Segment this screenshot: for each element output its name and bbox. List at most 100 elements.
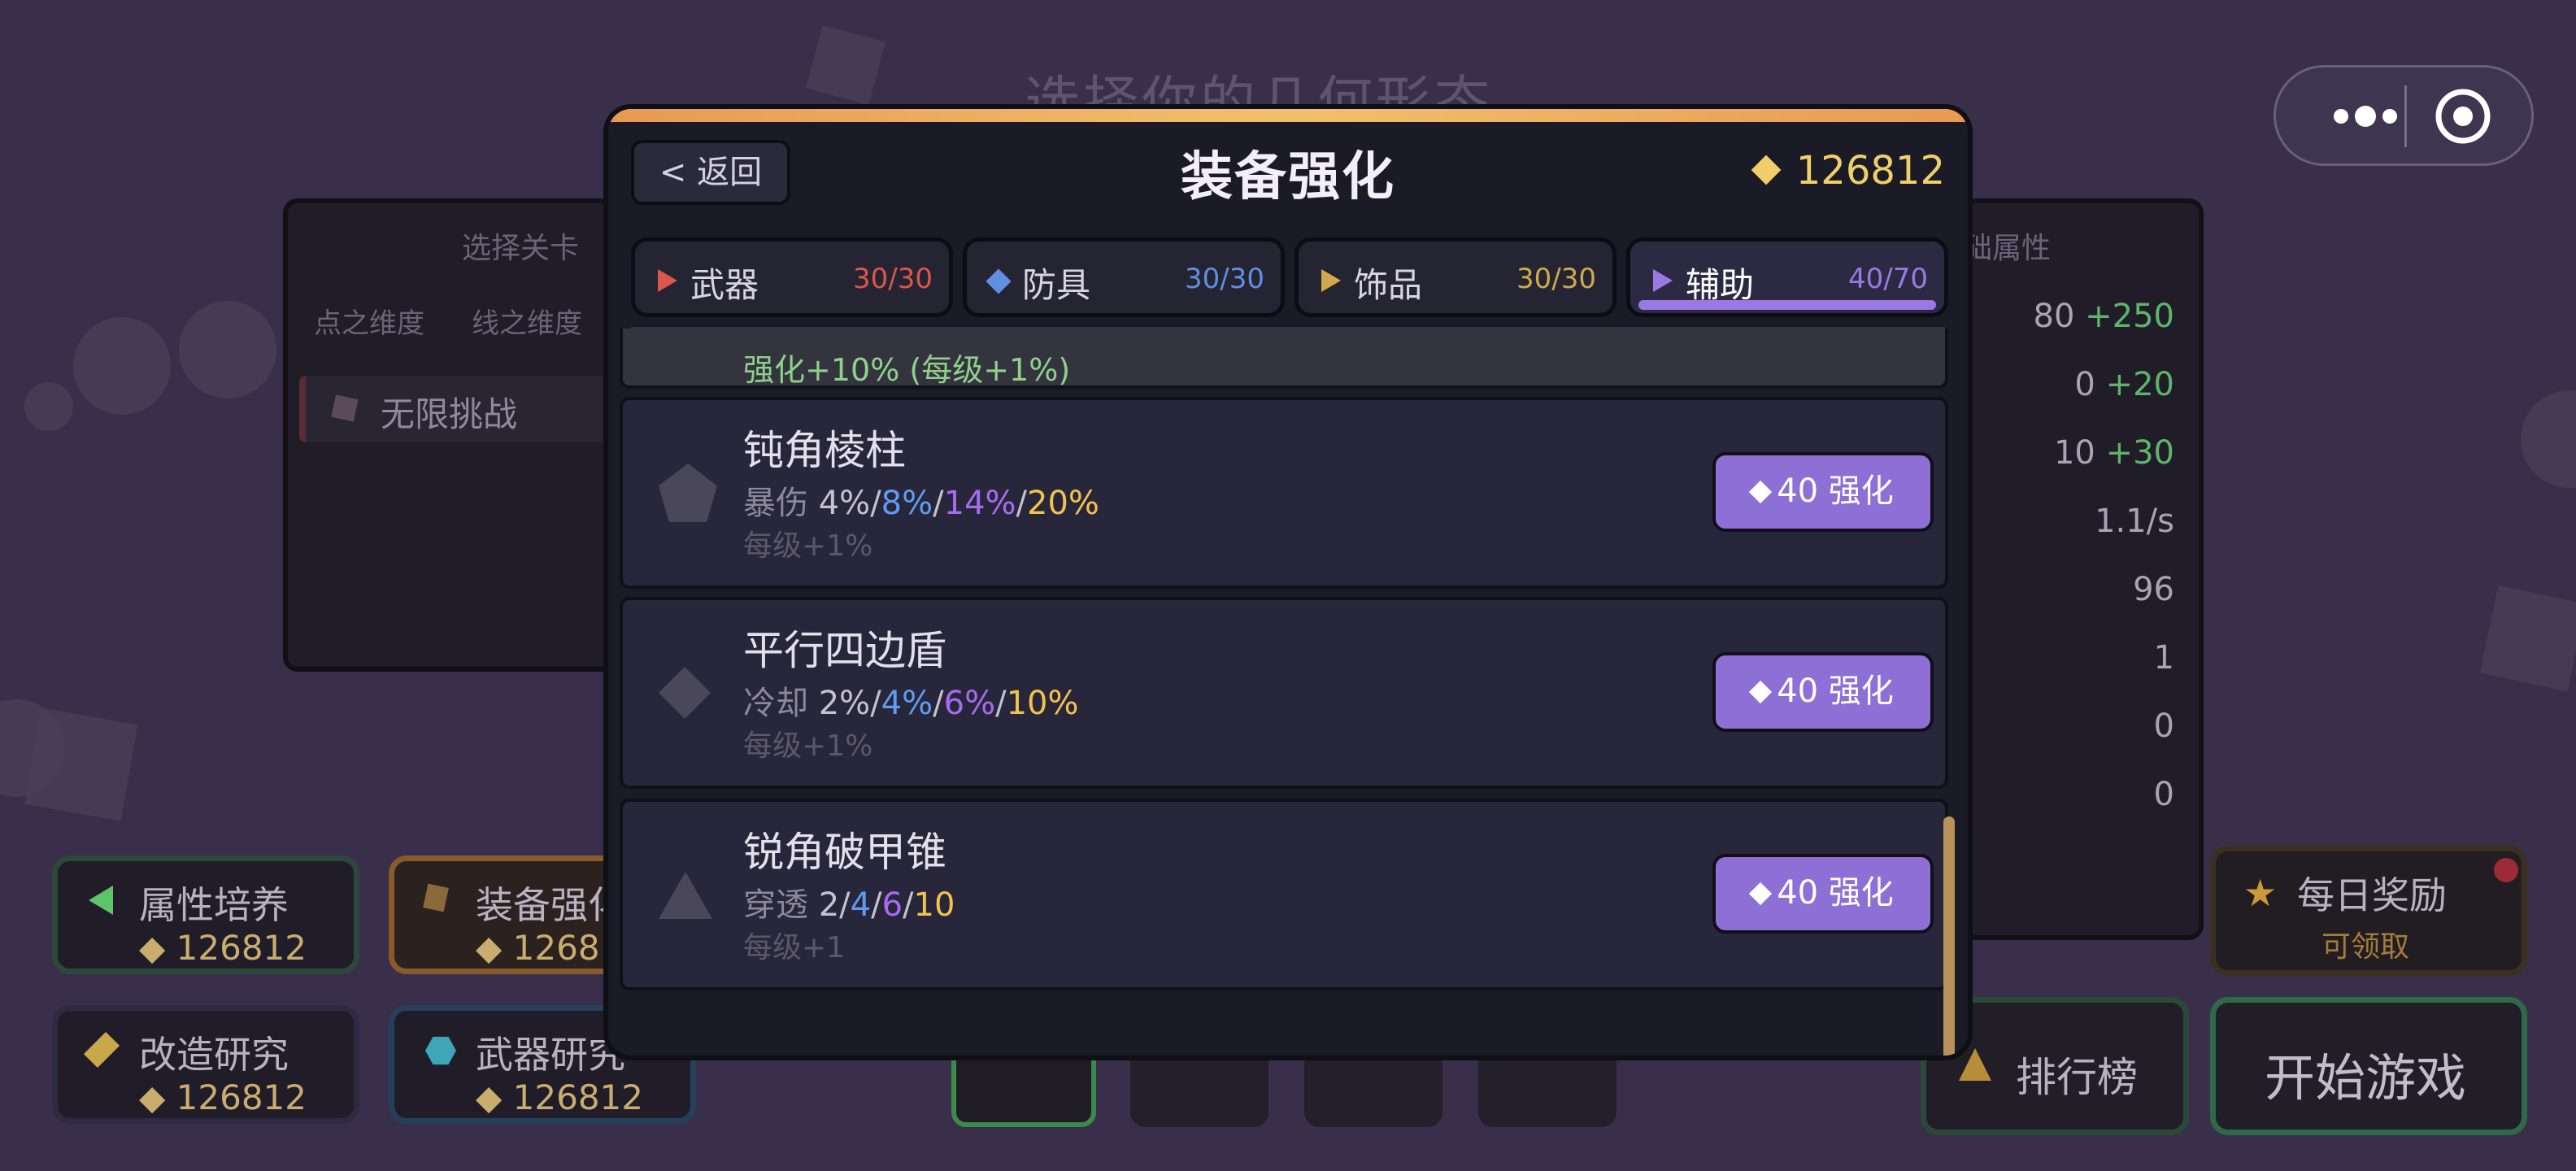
stat-base: 0	[2153, 776, 2174, 813]
modification-research-amount: 126812	[176, 1077, 307, 1117]
tab-count: 30/30	[1185, 263, 1264, 295]
tab-label: 饰品	[1354, 265, 1423, 305]
list-item: 平行四边盾 冷却 2%/4%/6%/10% 每级+1% 40 强化	[620, 597, 1948, 789]
modification-research-label: 改造研究	[139, 1033, 289, 1077]
tab-count: 40/70	[1848, 263, 1928, 295]
stat-base: 1	[2153, 639, 2174, 677]
item-per-level: 每级+1%	[743, 729, 873, 763]
tier-2-value: 4%	[881, 685, 933, 722]
tier-1-value: 4%	[818, 485, 871, 522]
diamond-icon	[1749, 882, 1773, 906]
stat-row: 10 +30	[2054, 434, 2174, 472]
item-per-level: 每级+1%	[743, 529, 873, 563]
item-name: 锐角破甲锥	[743, 829, 946, 876]
diamond-icon	[986, 268, 1012, 294]
level-item-label: 无限挑战	[381, 394, 518, 434]
stat-bonus: +250	[2085, 298, 2174, 335]
list-item: 钝角棱柱 暴伤 4%/8%/14%/20% 每级+1% 40 强化	[620, 397, 1948, 589]
attribute-training-label: 属性培养	[139, 883, 289, 927]
tab-dimension-point[interactable]: 点之维度	[314, 301, 424, 341]
stat-type: 穿透	[743, 886, 808, 924]
tab-accessory[interactable]: 饰品 30/30	[1295, 237, 1617, 317]
upgrade-button-label: 40 强化	[1777, 874, 1894, 912]
start-game-label: 开始游戏	[2265, 1048, 2467, 1108]
pentagon-icon	[659, 464, 717, 522]
tier-1-value: 2	[818, 886, 840, 924]
item-stats: 穿透 2/4/6/10	[743, 886, 955, 924]
daily-reward-label: 每日奖励	[2297, 873, 2447, 917]
stat-type: 暴伤	[743, 485, 808, 522]
tier-4-value: 20%	[1027, 485, 1099, 522]
item-stats: 暴伤 4%/8%/14%/20%	[743, 485, 1099, 522]
star-icon: ★	[2243, 871, 2278, 915]
stat-base: 0	[2074, 366, 2095, 403]
upgrade-list[interactable]: 强化+10% (每级+1%) 钝角棱柱 暴伤 4%/8%/14%/20% 每级+…	[620, 329, 1948, 1056]
tier-4-value: 10%	[1006, 685, 1079, 722]
daily-reward-status: 可领取	[2321, 930, 2410, 964]
attribute-training-button[interactable]: 属性培养 ◆ 126812	[52, 855, 359, 974]
mini-program-capsule	[2274, 65, 2534, 166]
capsule-divider	[2404, 85, 2407, 147]
start-game-button[interactable]: 开始游戏	[2210, 997, 2527, 1135]
triangle-right-icon	[658, 269, 677, 292]
level-item-endless[interactable]: 无限挑战	[299, 376, 631, 442]
level-icon	[331, 394, 359, 422]
upgrade-button[interactable]: 40 强化	[1712, 854, 1934, 934]
currency-amount: 126812	[1795, 148, 1945, 194]
item-name: 钝角棱柱	[743, 427, 906, 474]
attribute-training-amount: 126812	[176, 928, 307, 968]
item-name: 平行四边盾	[743, 627, 946, 674]
bg-circle	[24, 382, 73, 431]
stat-row: 1.1/s	[2095, 503, 2174, 540]
hexagon-icon	[425, 1036, 456, 1065]
partial-item-effect: 强化+10% (每级+1%)	[743, 352, 1071, 388]
stat-row: 80 +250	[2034, 298, 2175, 335]
tab-support[interactable]: 辅助 40/70	[1626, 237, 1948, 317]
tab-count: 30/30	[1516, 263, 1596, 295]
scrollbar-thumb[interactable]	[1943, 816, 1955, 1056]
daily-reward-button[interactable]: ★ 每日奖励 可领取	[2210, 846, 2527, 976]
tier-2-value: 4	[850, 886, 872, 924]
stat-base: 1.1/s	[2095, 503, 2174, 540]
leaderboard-label: 排行榜	[2016, 1054, 2138, 1101]
stat-base: 10	[2053, 434, 2095, 472]
stat-bonus: +30	[2105, 434, 2174, 472]
list-item: 锐角破甲锥 穿透 2/4/6/10 每级+1 40 强化	[620, 799, 1948, 990]
stat-row: 1	[2154, 639, 2174, 677]
currency-display: 126812	[1751, 148, 1945, 194]
upgrade-button[interactable]: 40 强化	[1712, 652, 1934, 732]
tab-count: 30/30	[853, 263, 933, 295]
more-icon[interactable]	[2317, 92, 2414, 141]
triangle-right-icon	[1653, 269, 1673, 292]
dialog-accent-bar	[608, 109, 1968, 122]
triangle-shape-icon	[659, 872, 712, 919]
tab-dimension-line[interactable]: 线之维度	[472, 301, 582, 341]
triangle-right-icon	[1321, 269, 1341, 292]
target-icon[interactable]	[2434, 87, 2492, 146]
tab-weapon[interactable]: 武器 30/30	[631, 237, 953, 317]
tier-1-value: 2%	[818, 685, 871, 722]
tab-armor[interactable]: 防具 30/30	[963, 237, 1285, 317]
bg-circle	[2521, 390, 2576, 488]
tab-label: 武器	[690, 265, 759, 305]
base-stats-panel: 础属性 80 +250 0 +20 10 +30 1.1/s 96 1 0 0	[1935, 198, 2204, 940]
bg-square	[2479, 585, 2576, 692]
stat-base: 80	[2033, 298, 2075, 335]
diamond-icon	[1749, 680, 1773, 704]
upgrade-button[interactable]: 40 强化	[1712, 452, 1934, 532]
weapon-research-amount: 126812	[512, 1077, 643, 1117]
equipment-upgrade-dialog: < 返回 装备强化 126812 武器 30/30 防具 30/30 饰品 30…	[603, 104, 1973, 1060]
triangle-left-icon	[89, 886, 113, 915]
tab-label: 防具	[1022, 265, 1091, 305]
stat-type: 冷却	[743, 685, 808, 722]
item-stats: 冷却 2%/4%/6%/10%	[743, 685, 1079, 722]
diamond-currency-icon	[1751, 155, 1782, 185]
bg-circle	[179, 301, 276, 398]
active-tab-indicator	[1638, 300, 1936, 310]
list-bottom-fade	[608, 1015, 1968, 1056]
upgrade-button-label: 40 强化	[1777, 472, 1894, 510]
weapon-research-value: ◆ 126812	[476, 1077, 643, 1117]
item-per-level: 每级+1	[743, 931, 846, 964]
modification-research-button[interactable]: 改造研究 ◆ 126812	[52, 1005, 359, 1124]
stat-base: 96	[2133, 571, 2174, 608]
